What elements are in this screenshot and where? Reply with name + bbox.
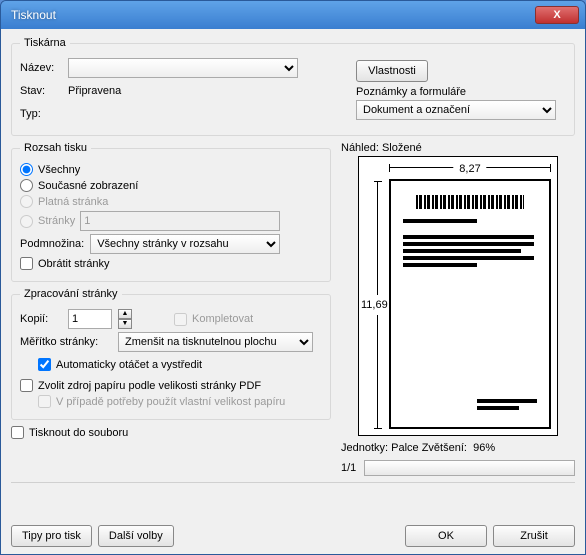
comments-forms-label: Poznámky a formuláře (356, 86, 566, 98)
cancel-button[interactable]: Zrušit (493, 525, 575, 547)
print-dialog: Tisknout X Tiskárna Název: Stav: P (0, 0, 586, 555)
collate-check: Kompletovat (174, 313, 253, 326)
printer-group: Tiskárna Název: Stav: Připravena Typ: (11, 37, 575, 136)
paper-source-check[interactable]: Zvolit zdroj papíru podle velikosti strá… (20, 379, 322, 392)
copies-down[interactable]: ▼ (118, 319, 132, 329)
printer-name-label: Název: (20, 62, 62, 74)
range-current-page-radio: Platná stránka (20, 195, 322, 208)
range-pages-input (20, 215, 33, 228)
zoom-value: 96% (473, 442, 495, 454)
printer-legend: Tiskárna (20, 37, 70, 49)
units-label: Jednotky: Palce Zvětšení: (341, 442, 467, 454)
page-slider[interactable] (364, 460, 575, 476)
properties-button[interactable]: Vlastnosti (356, 60, 428, 82)
printer-status-value: Připravena (68, 85, 121, 97)
page-counter: 1/1 (341, 462, 356, 474)
copies-field[interactable] (68, 309, 112, 329)
reverse-pages-input[interactable] (20, 257, 33, 270)
preview-page (389, 179, 551, 429)
preview-label: Náhled: Složené (341, 142, 575, 154)
print-preview: 8,27 11,69 (358, 156, 558, 436)
print-range-legend: Rozsah tisku (20, 142, 91, 154)
range-pages-field (80, 211, 280, 231)
print-to-file-check[interactable]: Tisknout do souboru (11, 426, 331, 439)
titlebar[interactable]: Tisknout X (1, 1, 585, 29)
subset-select[interactable]: Všechny stránky v rozsahu (90, 234, 280, 254)
custom-size-check: V případě potřeby použít vlastní velikos… (38, 395, 322, 408)
printer-name-select[interactable] (68, 58, 298, 78)
auto-rotate-check[interactable]: Automaticky otáčet a vystředit (38, 358, 322, 371)
bottom-bar: Tipy pro tisk Další volby OK Zrušit (11, 525, 575, 547)
printer-status-label: Stav: (20, 85, 62, 97)
print-range-group: Rozsah tisku Všechny Současné zobrazení … (11, 142, 331, 282)
copies-spinner[interactable]: ▲ ▼ (118, 309, 132, 329)
separator (11, 482, 575, 483)
window-title: Tisknout (11, 8, 535, 22)
scaling-select[interactable]: Zmenšit na tisknutelnou plochu (118, 332, 313, 352)
close-icon: X (553, 9, 560, 21)
custom-size-input (38, 395, 51, 408)
range-all-radio[interactable]: Všechny (20, 163, 322, 176)
advanced-button[interactable]: Další volby (98, 525, 174, 547)
reverse-pages-check[interactable]: Obrátit stránky (20, 257, 322, 270)
page-handling-legend: Zpracování stránky (20, 288, 122, 300)
paper-source-input[interactable] (20, 379, 33, 392)
collate-input (174, 313, 187, 326)
auto-rotate-input[interactable] (38, 358, 51, 371)
ok-button[interactable]: OK (405, 525, 487, 547)
copies-up[interactable]: ▲ (118, 309, 132, 319)
printer-type-label: Typ: (20, 108, 62, 120)
comments-forms-select[interactable]: Dokument a označení (356, 100, 556, 120)
range-current-page-input (20, 195, 33, 208)
range-all-input[interactable] (20, 163, 33, 176)
print-to-file-input[interactable] (11, 426, 24, 439)
client-area: Tiskárna Název: Stav: Připravena Typ: (1, 29, 585, 555)
range-pages-label: Stránky (38, 215, 75, 227)
subset-label: Podmnožina: (20, 238, 84, 250)
page-handling-group: Zpracování stránky Kopií: ▲ ▼ Kompletova… (11, 288, 331, 420)
preview-width: 8,27 (453, 163, 486, 175)
preview-height: 11,69 (361, 295, 388, 315)
close-button[interactable]: X (535, 6, 579, 24)
range-current-view-input[interactable] (20, 179, 33, 192)
barcode-icon (416, 195, 523, 209)
range-current-view-radio[interactable]: Současné zobrazení (20, 179, 322, 192)
scaling-label: Měřítko stránky: (20, 336, 112, 348)
copies-label: Kopií: (20, 313, 62, 325)
printing-tips-button[interactable]: Tipy pro tisk (11, 525, 92, 547)
